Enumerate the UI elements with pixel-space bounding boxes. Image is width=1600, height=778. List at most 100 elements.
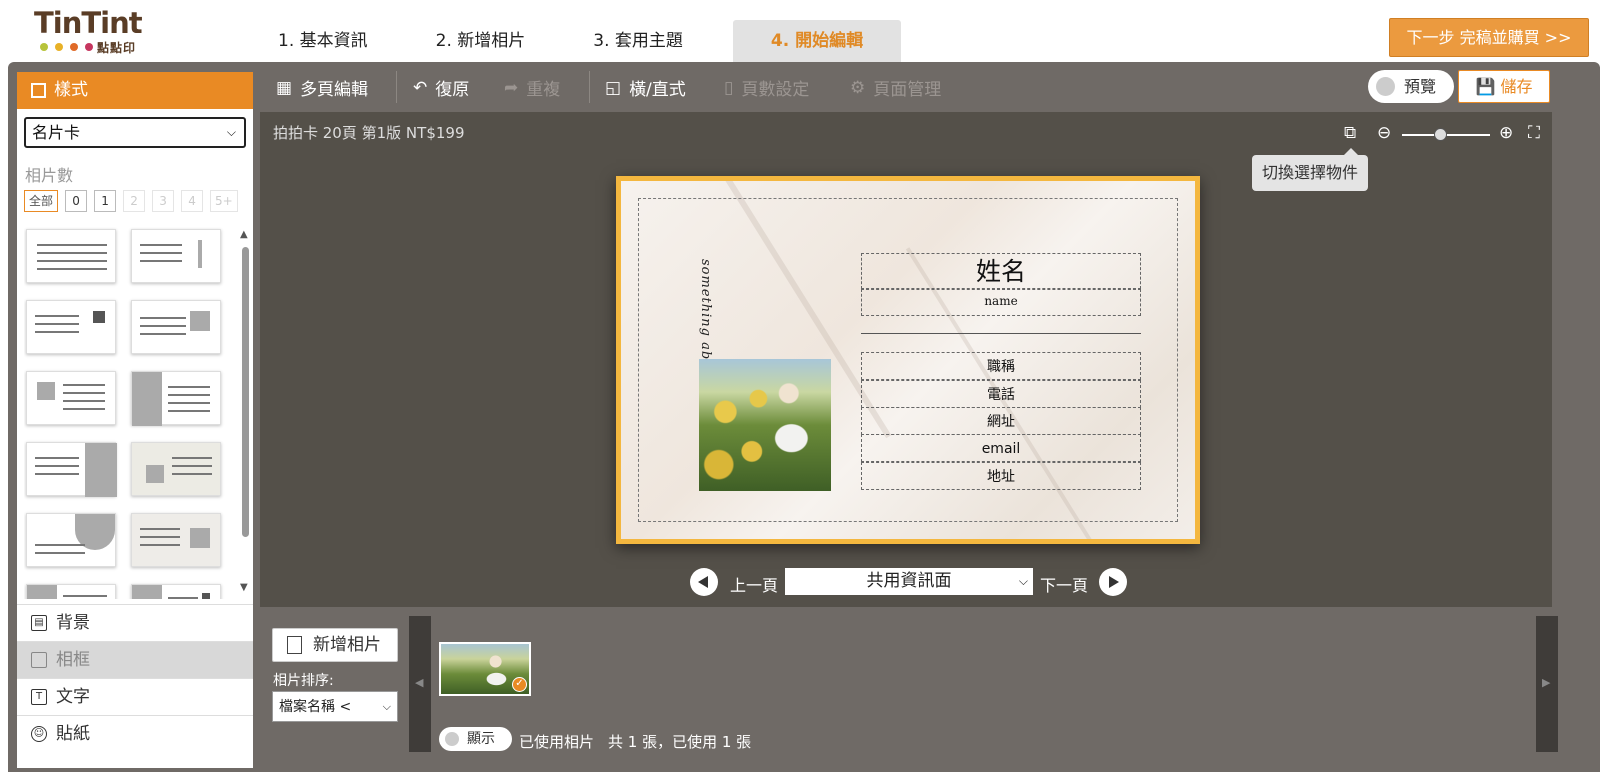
count-filter-2: 2: [123, 190, 146, 212]
toggle-knob: [445, 732, 459, 746]
card-address-field[interactable]: 地址: [861, 462, 1141, 490]
tab-text[interactable]: T 文字: [17, 678, 253, 715]
count-filter-1[interactable]: 1: [94, 190, 117, 212]
used-photos-count: 共 1 張，已使用 1 張: [608, 733, 752, 751]
save-button[interactable]: 💾 儲存: [1458, 70, 1550, 103]
chevron-down-icon: ⌵: [1018, 574, 1028, 588]
thumb-box: [27, 585, 57, 599]
count-filter-all[interactable]: 全部: [24, 190, 59, 212]
thumb-box: [190, 311, 210, 331]
style-panel-header[interactable]: 樣式: [17, 72, 253, 109]
thumb-box: [37, 382, 55, 400]
layout-thumbnail[interactable]: [26, 442, 117, 497]
card-email-field[interactable]: email: [861, 434, 1141, 462]
tray-scroll-right[interactable]: ▶: [1536, 616, 1558, 752]
undo-label: 復原: [435, 80, 470, 100]
card-surface[interactable]: something about me 姓名 name 職稱 電話 網址 emai…: [621, 181, 1195, 539]
thumb-box: [198, 240, 202, 268]
layout-thumbnail[interactable]: [26, 584, 116, 599]
show-used-toggle[interactable]: 顯示: [439, 727, 512, 751]
layout-thumbnail[interactable]: [131, 442, 221, 496]
sticker-icon: ☺: [31, 726, 47, 742]
zoom-slider-handle[interactable]: [1434, 128, 1447, 141]
step-add-photos[interactable]: 2. 新增相片: [418, 20, 544, 62]
switch-select-tooltip: 切換選擇物件: [1252, 148, 1368, 191]
chevron-down-icon: ⌵: [226, 125, 236, 139]
count-filter-0[interactable]: 0: [65, 190, 88, 212]
thumb-box: [132, 372, 162, 426]
next-page-label[interactable]: 下一頁: [1040, 572, 1088, 596]
layout-thumbnail[interactable]: [26, 513, 116, 567]
orientation-button[interactable]: ◱ 橫/直式: [605, 75, 686, 101]
card-phone-field[interactable]: 電話: [861, 380, 1141, 408]
zoom-out-icon[interactable]: ⊖: [1377, 123, 1391, 143]
layout-thumbnail[interactable]: [131, 371, 221, 426]
scroll-up-icon[interactable]: ▲: [240, 229, 248, 240]
photo-sort-select[interactable]: 檔案名稱 < ⌵: [272, 691, 398, 722]
thumb-line: [63, 392, 105, 394]
style-category-select[interactable]: 名片卡 ⌵: [24, 117, 246, 148]
thumb-line: [37, 252, 107, 254]
tab-frame-label: 相框: [56, 649, 90, 670]
add-photo-button[interactable]: 新增相片: [272, 628, 398, 662]
step-apply-theme[interactable]: 3. 套用主題: [575, 20, 701, 62]
tab-background[interactable]: ▤ 背景: [17, 604, 253, 641]
redo-icon: ➦: [504, 77, 519, 98]
chevron-left-icon: ◀: [415, 676, 424, 689]
photo-count-filter: 全部 0 1 2 3 4 5+: [24, 190, 238, 212]
tray-scroll-left[interactable]: ◀: [409, 616, 431, 752]
chevron-right-icon: ▶: [1542, 676, 1551, 689]
page-count-button: ▯ 頁數設定: [724, 75, 809, 101]
page-select[interactable]: 共用資訊面 ⌵: [785, 568, 1033, 595]
product-info: 拍拍卡 20頁 第1版 NT$199: [273, 124, 465, 142]
scroll-down-icon[interactable]: ▼: [240, 582, 248, 593]
prev-page-icon[interactable]: [690, 568, 718, 596]
gear-icon: ⚙: [850, 77, 866, 98]
switch-select-icon[interactable]: ⧉: [1344, 123, 1356, 143]
fullscreen-icon[interactable]: ⛶: [1528, 123, 1540, 143]
step-start-editing[interactable]: 4. 開始編輯: [732, 20, 902, 62]
step-basic-info[interactable]: 1. 基本資訊: [260, 20, 386, 62]
card-name-en-field[interactable]: name: [861, 289, 1141, 316]
chevron-down-icon: ⌵: [382, 700, 391, 713]
next-step-button[interactable]: 下一步 完稿並購買 >>: [1389, 18, 1589, 57]
layout-thumbnail[interactable]: [131, 300, 221, 354]
layout-thumbnail[interactable]: [26, 229, 116, 283]
layout-thumbnail[interactable]: [26, 371, 116, 425]
scrollbar-thumb[interactable]: [242, 247, 249, 537]
card-website-field[interactable]: 網址: [861, 407, 1141, 435]
tintint-logo[interactable]: TinTint 點點印: [34, 6, 169, 56]
grid-icon: ▦: [276, 77, 293, 98]
business-card[interactable]: something about me 姓名 name 職稱 電話 網址 emai…: [616, 176, 1200, 544]
layout-thumbnail[interactable]: [26, 300, 116, 354]
tray-photo-thumbnail[interactable]: ✓: [439, 642, 531, 696]
undo-button[interactable]: ↶ 復原: [413, 75, 470, 101]
thumb-line: [140, 333, 186, 335]
layout-thumbnail[interactable]: [131, 584, 221, 599]
card-name-field[interactable]: 姓名: [861, 253, 1141, 289]
redo-button: ➦ 重複: [504, 75, 560, 101]
page-manage-button: ⚙ 頁面管理: [850, 75, 941, 101]
style-panel-title: 樣式: [54, 80, 88, 100]
thumb-line: [37, 244, 107, 246]
card-photo[interactable]: [699, 359, 831, 491]
layout-scrollbar[interactable]: ▲ ▼: [239, 227, 251, 599]
next-page-icon[interactable]: [1099, 568, 1127, 596]
multi-page-edit-button[interactable]: ▦ 多頁編輯: [276, 75, 368, 101]
thumb-line: [168, 386, 210, 388]
zoom-controls: ⧉ ⊖ ⊕ ⛶: [1344, 123, 1549, 146]
prev-page-label[interactable]: 上一頁: [730, 572, 778, 596]
preview-toggle[interactable]: 預覽: [1368, 70, 1454, 103]
thumb-line: [168, 402, 210, 404]
layout-thumbnail[interactable]: [131, 513, 221, 567]
add-photo-icon: [287, 636, 302, 654]
zoom-in-icon[interactable]: ⊕: [1499, 123, 1513, 143]
thumb-line: [140, 317, 186, 319]
used-check-icon: ✓: [512, 677, 527, 692]
toolbar-divider: [589, 71, 590, 103]
card-title-field[interactable]: 職稱: [861, 352, 1141, 380]
count-filter-3: 3: [152, 190, 175, 212]
thumb-line: [63, 400, 105, 402]
layout-thumbnail[interactable]: [131, 229, 221, 283]
tab-sticker[interactable]: ☺ 貼紙: [17, 715, 253, 752]
